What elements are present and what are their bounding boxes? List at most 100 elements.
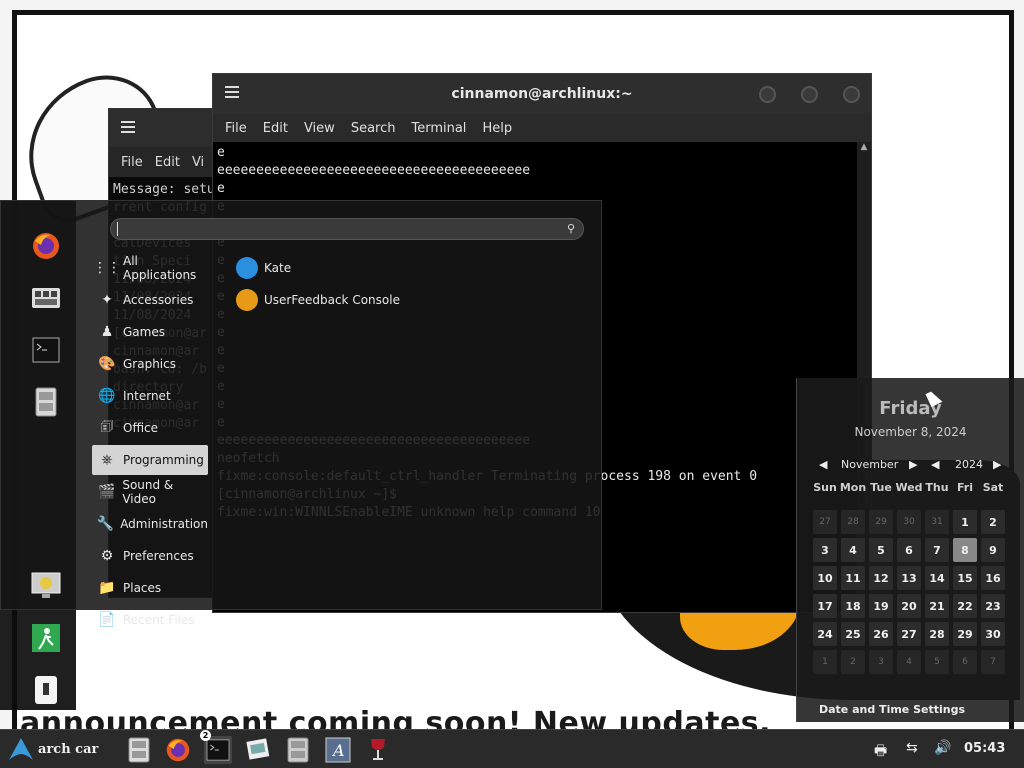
calendar-day[interactable]: 7 — [925, 538, 949, 562]
hamburger-icon[interactable] — [225, 86, 239, 98]
search-input[interactable]: ⚲ — [110, 218, 584, 240]
calendar-day[interactable]: 27 — [813, 510, 837, 534]
clock[interactable]: 05:43 — [964, 741, 1005, 756]
printer-icon[interactable]: 🖶 — [874, 740, 887, 764]
network-icon[interactable]: ⇆ — [906, 740, 918, 756]
calendar-day[interactable]: 25 — [841, 622, 865, 646]
menu-category-sound-video[interactable]: 🎬 Sound & Video — [92, 477, 208, 507]
app-item-userfeedback-console[interactable]: UserFeedback Console — [236, 286, 400, 314]
app-item-kate[interactable]: Kate — [236, 254, 291, 282]
weekday-label: Sat — [982, 480, 1004, 494]
calendar-day[interactable]: 2 — [841, 650, 865, 674]
calendar-day[interactable]: 29 — [953, 622, 977, 646]
calendar-day[interactable]: 28 — [841, 510, 865, 534]
volume-icon[interactable]: 🔊 — [934, 740, 951, 756]
calendar-day[interactable]: 6 — [897, 538, 921, 562]
kate-icon — [236, 257, 258, 279]
files-icon[interactable] — [284, 736, 312, 764]
calendar-day[interactable]: 4 — [841, 538, 865, 562]
arch-logo-icon — [9, 738, 33, 760]
firefox-icon[interactable] — [30, 230, 62, 262]
terminal-titlebar[interactable]: cinnamon@archlinux:~ — [213, 74, 871, 114]
next-month-icon[interactable]: ▶ — [909, 458, 917, 471]
calendar-day[interactable]: 28 — [925, 622, 949, 646]
logout-icon[interactable] — [30, 622, 62, 654]
menu-file[interactable]: File — [121, 155, 143, 170]
menu-category-graphics[interactable]: 🎨 Graphics — [92, 349, 208, 379]
calendar-day[interactable]: 16 — [981, 566, 1005, 590]
menu-edit[interactable]: Edit — [263, 121, 288, 136]
calendar-day[interactable]: 17 — [813, 594, 837, 618]
files-icon[interactable] — [30, 386, 62, 418]
font-viewer-icon[interactable]: A — [324, 736, 352, 764]
calendar-day[interactable]: 19 — [869, 594, 893, 618]
calendar-day[interactable]: 18 — [841, 594, 865, 618]
file-manager-icon[interactable] — [30, 282, 62, 314]
calendar-day[interactable]: 21 — [925, 594, 949, 618]
calendar-day[interactable]: 27 — [897, 622, 921, 646]
file-manager-icon[interactable] — [125, 736, 153, 764]
menu-category-preferences[interactable]: ⚙ Preferences — [92, 541, 208, 571]
calendar-day[interactable]: 30 — [981, 622, 1005, 646]
calendar-day[interactable]: 3 — [813, 538, 837, 562]
menu-category-accessories[interactable]: ✦ Accessories — [92, 285, 208, 315]
calendar-day[interactable]: 2 — [981, 510, 1005, 534]
calendar-day[interactable]: 15 — [953, 566, 977, 590]
calendar-day[interactable]: 1 — [953, 510, 977, 534]
calendar-day[interactable]: 5 — [869, 538, 893, 562]
calendar-day[interactable]: 9 — [981, 538, 1005, 562]
minimize-button[interactable] — [759, 86, 776, 103]
prev-month-icon[interactable]: ◀ — [819, 458, 827, 471]
calendar-day[interactable]: 3 — [869, 650, 893, 674]
maximize-button[interactable] — [801, 86, 818, 103]
terminal-icon[interactable] — [30, 334, 62, 366]
calendar-day[interactable]: 22 — [953, 594, 977, 618]
calendar-day[interactable]: 26 — [869, 622, 893, 646]
menu-search[interactable]: Search — [351, 121, 396, 136]
calendar-day[interactable]: 30 — [897, 510, 921, 534]
scroll-up-icon[interactable]: ▲ — [857, 142, 871, 152]
calendar-day[interactable]: 20 — [897, 594, 921, 618]
calendar-day[interactable]: 13 — [897, 566, 921, 590]
menu-view[interactable]: View — [304, 121, 335, 136]
wine-icon[interactable] — [364, 736, 392, 764]
calendar-day[interactable]: 6 — [953, 650, 977, 674]
calendar-day[interactable]: 23 — [981, 594, 1005, 618]
menu-file[interactable]: File — [225, 121, 247, 136]
calendar-day[interactable]: 10 — [813, 566, 837, 590]
firefox-icon[interactable] — [164, 736, 192, 764]
image-viewer-icon[interactable] — [244, 736, 272, 764]
menu-terminal[interactable]: Terminal — [411, 121, 466, 136]
next-year-icon[interactable]: ▶ — [993, 458, 1001, 471]
menu-edit[interactable]: Edit — [155, 155, 180, 170]
calendar-today[interactable]: 8 — [953, 538, 977, 562]
calendar-day[interactable]: 29 — [869, 510, 893, 534]
prev-year-icon[interactable]: ◀ — [931, 458, 939, 471]
menu-help[interactable]: Help — [482, 121, 512, 136]
hamburger-icon[interactable] — [121, 121, 135, 133]
menu-category-recent-files[interactable]: 📄 Recent Files — [92, 605, 208, 635]
calendar-day[interactable]: 7 — [981, 650, 1005, 674]
menu-category-all-applications[interactable]: ⋮⋮ All Applications — [92, 253, 208, 283]
menu-category-office[interactable]: 🗊 Office — [92, 413, 208, 443]
calendar-day[interactable]: 14 — [925, 566, 949, 590]
calendar-day[interactable]: 4 — [897, 650, 921, 674]
calendar-day[interactable]: 1 — [813, 650, 837, 674]
screensaver-icon[interactable] — [30, 570, 62, 602]
menu-category-places[interactable]: 📁 Places — [92, 573, 208, 603]
application-menu — [0, 200, 602, 610]
close-button[interactable] — [843, 86, 860, 103]
calendar-day[interactable]: 24 — [813, 622, 837, 646]
menu-view[interactable]: Vi — [192, 155, 204, 170]
calendar-day[interactable]: 12 — [869, 566, 893, 590]
calendar-day[interactable]: 31 — [925, 510, 949, 534]
calendar-day[interactable]: 5 — [925, 650, 949, 674]
menu-category-internet[interactable]: 🌐 Internet — [92, 381, 208, 411]
calendar-day[interactable]: 11 — [841, 566, 865, 590]
menu-category-games[interactable]: ♟ Games — [92, 317, 208, 347]
menu-category-administration[interactable]: 🔧 Administration — [92, 509, 208, 539]
date-time-settings-link[interactable]: Date and Time Settings — [819, 703, 965, 716]
menu-category-programming[interactable]: ⎈ Programming — [92, 445, 208, 475]
start-menu-button[interactable]: arch car — [8, 737, 98, 761]
shutdown-icon[interactable] — [30, 674, 62, 706]
